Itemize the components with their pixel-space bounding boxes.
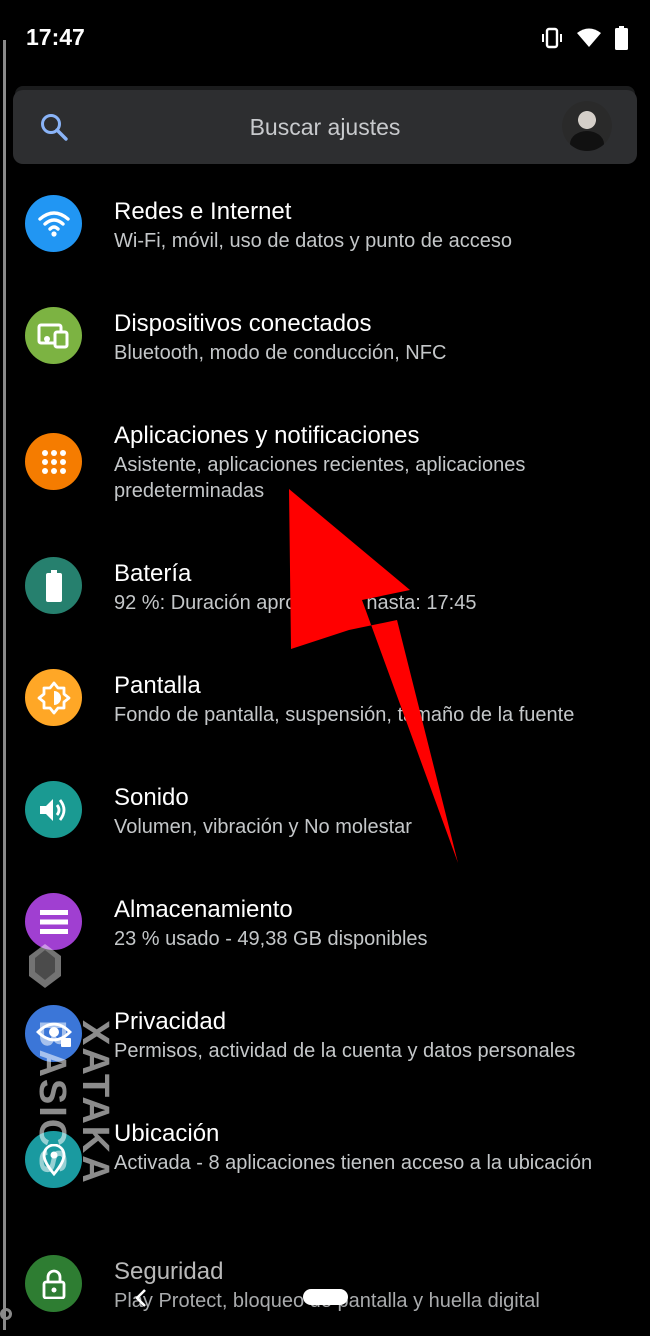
vibrate-icon bbox=[541, 27, 563, 49]
search-bar[interactable]: Buscar ajustes bbox=[13, 90, 637, 164]
item-subtitle: Activada - 8 aplicaciones tienen acceso … bbox=[114, 1152, 593, 1174]
item-subtitle: Wi-Fi, móvil, uso de datos y punto de ac… bbox=[114, 230, 512, 252]
watermark-text: XATAKA BASICS bbox=[31, 1020, 116, 1184]
apps-grid-icon bbox=[25, 433, 82, 490]
item-subtitle: 92 %: Duración aproximada hasta: 17:45 bbox=[114, 592, 477, 614]
item-subtitle: Asistente, aplicaciones recientes, aplic… bbox=[114, 454, 526, 502]
user-avatar[interactable] bbox=[562, 101, 612, 151]
item-subtitle: Play Protect, bloqueo de pantalla y huel… bbox=[114, 1290, 540, 1312]
item-title: Pantalla bbox=[114, 672, 201, 699]
item-title: Batería bbox=[114, 560, 192, 587]
brightness-icon bbox=[25, 669, 82, 726]
item-title: Almacenamiento bbox=[114, 896, 293, 923]
item-title: Redes e Internet bbox=[114, 198, 292, 225]
home-pill[interactable] bbox=[303, 1289, 348, 1305]
android-settings-screen: 17:47 Buscar ajustes Redes e Internet Wi… bbox=[0, 0, 650, 1336]
back-arrow-icon[interactable] bbox=[134, 1288, 148, 1313]
status-icons bbox=[541, 26, 628, 50]
status-bar: 17:47 bbox=[0, 0, 650, 78]
item-title: Ubicación bbox=[114, 1120, 220, 1147]
battery-icon bbox=[615, 26, 628, 50]
item-subtitle: Volumen, vibración y No molestar bbox=[114, 816, 412, 838]
item-subtitle: Fondo de pantalla, suspensión, tamaño de… bbox=[114, 704, 575, 726]
item-title: Aplicaciones y notificaciones bbox=[114, 422, 420, 449]
volume-icon bbox=[25, 781, 82, 838]
item-title: Sonido bbox=[114, 784, 189, 811]
annotation-arrow-shape bbox=[289, 489, 458, 863]
search-placeholder[interactable]: Buscar ajustes bbox=[13, 114, 637, 141]
item-title: Dispositivos conectados bbox=[114, 310, 372, 337]
edge-line bbox=[3, 40, 6, 1330]
watermark-logo-icon bbox=[25, 942, 65, 997]
item-subtitle: Bluetooth, modo de conducción, NFC bbox=[114, 342, 447, 364]
item-title: Seguridad bbox=[114, 1258, 224, 1285]
wifi-icon bbox=[577, 28, 601, 48]
item-subtitle: 23 % usado - 49,38 GB disponibles bbox=[114, 928, 428, 950]
battery-icon bbox=[25, 557, 82, 614]
item-subtitle: Permisos, actividad de la cuenta y datos… bbox=[114, 1040, 576, 1062]
devices-icon bbox=[25, 307, 82, 364]
wifi-icon bbox=[25, 195, 82, 252]
edge-dot bbox=[0, 1308, 12, 1320]
status-time: 17:47 bbox=[26, 24, 85, 50]
item-title: Privacidad bbox=[114, 1008, 227, 1035]
